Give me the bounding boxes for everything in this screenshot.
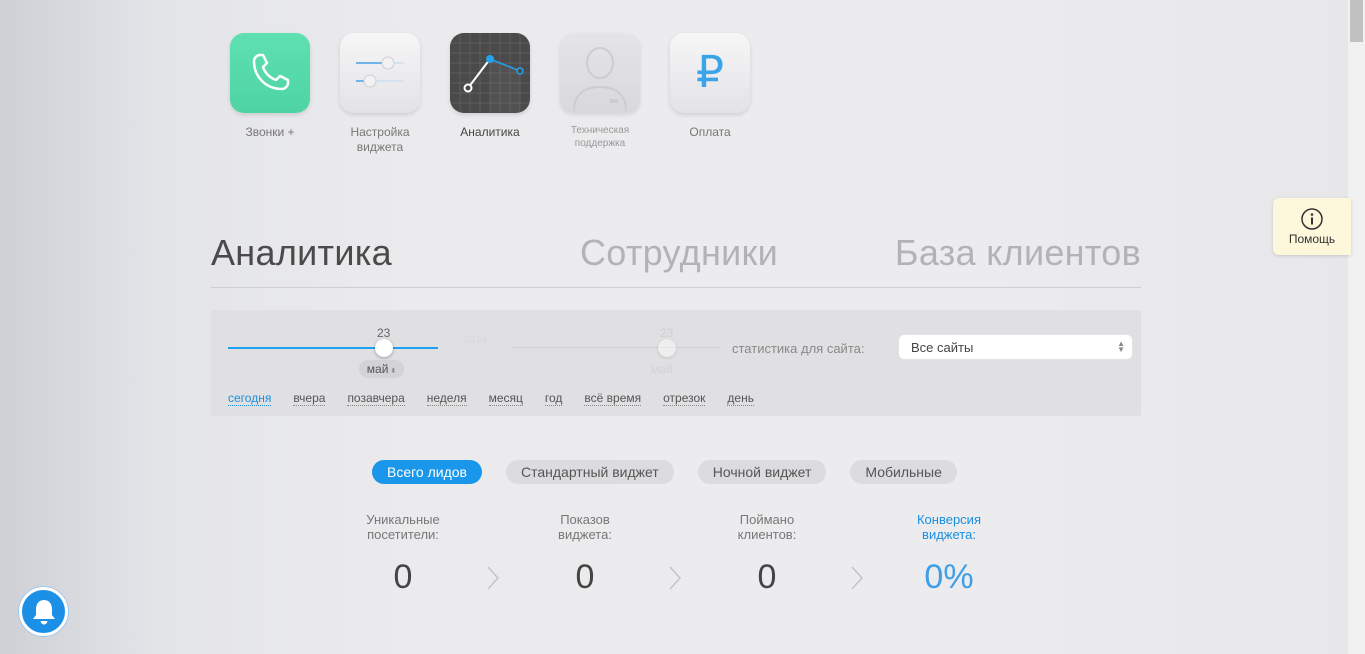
stat-title-line1: Показов (560, 512, 610, 527)
stat-title-line1: Конверсия (916, 512, 981, 527)
support-person-icon (573, 47, 627, 112)
pill-night-widget[interactable]: Ночной виджет (697, 460, 827, 484)
nav-support-label: Техническая поддержка (571, 124, 629, 150)
stat-title: Конверсия виджета: (884, 512, 1014, 542)
tab-clients-base[interactable]: База клиентов (895, 232, 1141, 274)
notifications-button[interactable] (19, 587, 68, 636)
pill-standard-widget[interactable]: Стандартный виджет (505, 460, 674, 484)
nav-widget-settings-label: Настройка виджета (350, 125, 409, 155)
nav-calls[interactable]: Звонки + (215, 33, 325, 155)
scrollbar-thumb[interactable] (1350, 0, 1363, 42)
nav-widget-settings-label-line2: виджета (356, 140, 404, 154)
end-date-slider-knob[interactable] (658, 339, 676, 357)
stat-title-line1: Поймано (739, 512, 795, 527)
stat-title: Уникальные посетители: (338, 512, 468, 542)
year-ghost-label: 2014 (463, 334, 488, 346)
end-day-label: 23 (660, 326, 674, 340)
stat-unique-visitors: Уникальные посетители: 0 (338, 512, 468, 597)
nav-calls-label: Звонки + (245, 125, 295, 139)
info-icon (1301, 208, 1323, 230)
stat-value: 0 (757, 558, 777, 596)
period-week[interactable]: неделя (426, 392, 467, 406)
nav-payment-label: Оплата (689, 125, 731, 139)
nav-support[interactable]: Техническая поддержка (545, 33, 655, 155)
pill-mobile[interactable]: Мобильные (850, 460, 957, 484)
start-date-slider-knob[interactable] (375, 339, 393, 357)
end-date-slider-track[interactable] (511, 347, 721, 348)
updown-icon: ⬍ (388, 368, 397, 375)
nav-widget-settings[interactable]: Настройка виджета (325, 33, 435, 155)
pill-all-leads[interactable]: Всего лидов (372, 460, 482, 484)
sliders-icon (356, 56, 404, 88)
analytics-tile[interactable] (450, 33, 530, 113)
chevron-right-icon (851, 566, 864, 590)
period-month[interactable]: месяц (488, 392, 523, 406)
stat-widget-conversion: Конверсия виджета: 0% (884, 512, 1014, 597)
filter-panel: 23 23 2014 май ⬍ май статистика для сайт… (211, 310, 1141, 416)
analytics-chart-icon (450, 33, 530, 113)
stat-value: 0 (393, 558, 413, 596)
period-year[interactable]: год (544, 392, 563, 406)
nav-support-label-line2: поддержка (574, 138, 626, 149)
stat-title-line2: посетители: (367, 527, 439, 542)
updown-icon: ▲ ▼ (1117, 339, 1125, 354)
site-select[interactable]: Все сайты ▲ ▼ (898, 334, 1133, 360)
widget-filter: Всего лидов Стандартный виджет Ночной ви… (372, 460, 981, 484)
stat-caught-clients: Поймано клиентов: 0 (702, 512, 832, 597)
chevron-right-icon (669, 566, 682, 590)
period-links: сегодня вчера позавчера неделя месяц год… (228, 392, 776, 406)
stat-title: Поймано клиентов: (702, 512, 832, 542)
stat-title-line1: Уникальные (366, 512, 440, 527)
start-date-slider-track[interactable] (228, 347, 438, 349)
nav-widget-settings-label-line1: Настройка (350, 125, 410, 139)
nav-support-label-line1: Техническая (570, 125, 630, 136)
period-day[interactable]: день (727, 392, 754, 406)
stat-value: 0% (924, 558, 974, 596)
help-label: Помощь (1288, 232, 1336, 246)
support-tile[interactable] (560, 33, 640, 113)
calls-tile[interactable] (230, 33, 310, 113)
period-day-before-yesterday[interactable]: позавчера (347, 392, 405, 406)
period-yesterday[interactable]: вчера (293, 392, 326, 406)
stat-widget-views: Показов виджета: 0 (520, 512, 650, 597)
bell-icon (32, 599, 55, 624)
ruble-icon: ₽ (696, 48, 724, 97)
month-select[interactable]: май ⬍ (359, 360, 404, 378)
tab-employees[interactable]: Сотрудники (580, 232, 778, 274)
nav-analytics[interactable]: Аналитика (435, 33, 545, 155)
stat-value: 0 (575, 558, 595, 596)
chevron-right-icon (487, 566, 500, 590)
widget-settings-tile[interactable] (340, 33, 420, 113)
section-tabs: Аналитика Сотрудники База клиентов (211, 232, 1141, 288)
tab-analytics[interactable]: Аналитика (211, 232, 392, 274)
stat-title: Показов виджета: (520, 512, 650, 542)
stat-title-line2: клиентов: (737, 527, 797, 542)
site-stats-label: статистика для сайта: (732, 341, 865, 356)
stat-title-line2: виджета: (558, 527, 612, 542)
month-select-value: май (366, 362, 389, 376)
start-day-label: 23 (377, 326, 391, 340)
scrollbar[interactable] (1348, 0, 1365, 654)
nav-analytics-label: Аналитика (460, 125, 520, 139)
nav-payment[interactable]: ₽ Оплата (655, 33, 765, 155)
help-button[interactable]: Помощь (1273, 198, 1351, 255)
period-range[interactable]: отрезок (663, 392, 706, 406)
period-all-time[interactable]: всё время (584, 392, 642, 406)
payment-tile[interactable]: ₽ (670, 33, 750, 113)
stat-title-line2: виджета: (922, 527, 976, 542)
phone-icon (252, 53, 290, 91)
month-ghost-label: май (651, 362, 673, 376)
top-nav: Звонки + Настройка виджета Аналитика Тех… (215, 33, 765, 155)
site-select-value: Все сайты (911, 340, 974, 355)
period-today[interactable]: сегодня (228, 392, 272, 406)
